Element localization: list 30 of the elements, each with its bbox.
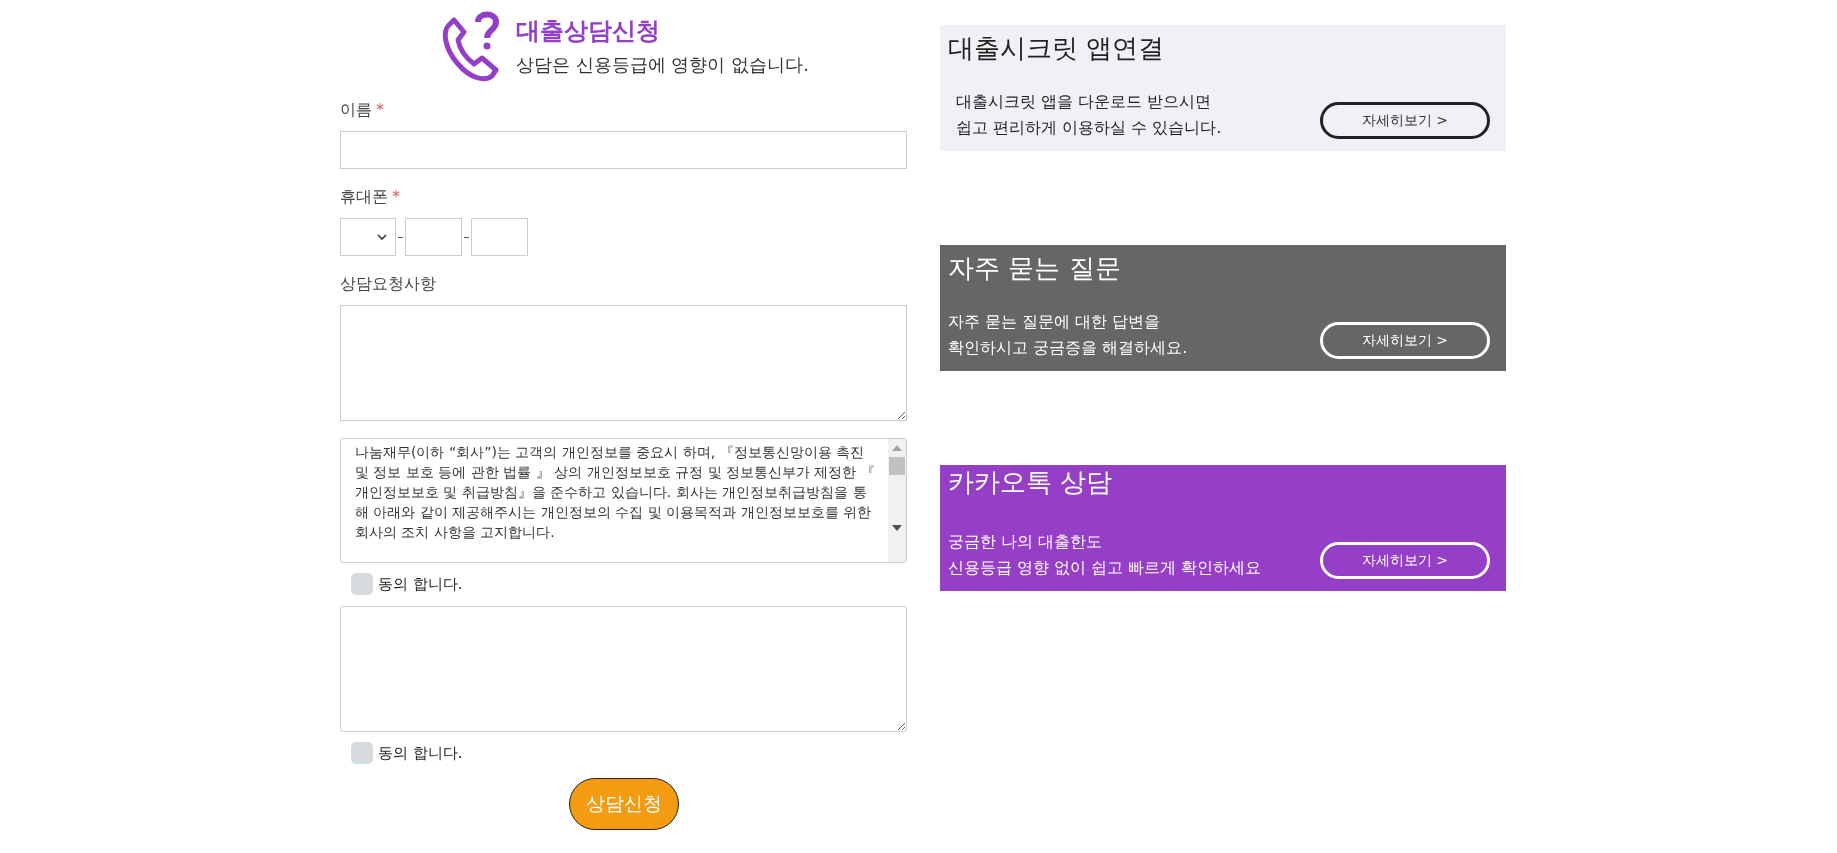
- name-field[interactable]: [340, 131, 907, 169]
- required-mark: *: [376, 100, 384, 121]
- more-button[interactable]: 자세히보기 >: [1320, 322, 1490, 359]
- card-text: 자주 묻는 질문에 대한 답변을 확인하시고 궁금증을 해결하세요.: [948, 311, 1188, 359]
- form-title: 대출상담신청: [516, 16, 661, 47]
- card-title: 자주 묻는 질문: [948, 252, 1122, 285]
- phone-field[interactable]: [405, 218, 462, 256]
- scrollbar[interactable]: [888, 439, 906, 562]
- more-button[interactable]: 자세히보기 >: [1320, 102, 1490, 139]
- card-text: 궁금한 나의 대출한도 신용등급 영향 없이 쉽고 빠르게 확인하세요: [948, 531, 1262, 579]
- agree-checkbox[interactable]: [351, 742, 373, 764]
- chevron-down-icon: [377, 234, 387, 240]
- request-field[interactable]: [340, 305, 907, 421]
- agree-checkbox[interactable]: [351, 573, 373, 595]
- terms-text: 나눔재무(이하 “회사”)는 고객의 개인정보를 중요시 하며, 『정보통신망이용 촉진 및 정보 보호 등에 관한 법률 』 상의 개인정보보호 규정 및 정보통신부가 제정한 『 개인정보보호 및 취급방침』을 준수하고 있습니다. 회사는 개인정보취급방침을 통해 아래와 같이 제공해주시는 개인정보의 수집 및 이용목적과 개인정보보호를 위한 회사의 조치 사항을 고지합니다.: [354, 443, 876, 542]
- field-label: 상담요청사항: [340, 274, 436, 295]
- phone-field[interactable]: [471, 218, 528, 256]
- more-button[interactable]: 자세히보기 >: [1320, 542, 1490, 579]
- field-label: 이름: [340, 100, 372, 121]
- terms-box[interactable]: 나눔재무(이하 “회사”)는 고객의 개인정보를 중요시 하며, 『정보통신망이용 촉진 및 정보 보호 등에 관한 법률 』 상의 개인정보보호 규정 및 정보통신부가 제정한 『 개인정보보호 및 취급방침』을 준수하고 있습니다. 회사는 개인정보취급방침을 통해 아래와 같이 제공해주시는 개인정보의 수집 및 이용목적과 개인정보보호를 위한 회사의 조치 사항을 고지합니다.: [340, 438, 907, 563]
- agree-label: 동의 합니다.: [378, 743, 463, 763]
- form-subtitle: 상담은 신용등급에 영향이 없습니다.: [516, 53, 809, 77]
- card-title: 대출시크릿 앱연결: [948, 32, 1166, 65]
- card-title: 카카오톡 상담: [948, 466, 1114, 499]
- phone-prefix-select[interactable]: [340, 218, 396, 256]
- field-label: 휴대폰: [340, 187, 388, 208]
- terms-field[interactable]: [340, 606, 907, 732]
- card-text: 대출시크릿 앱을 다운로드 받으시면 쉽고 편리하게 이용하실 수 있습니다.: [955, 91, 1222, 139]
- agree-label: 동의 합니다.: [378, 574, 463, 594]
- required-mark: *: [392, 187, 400, 208]
